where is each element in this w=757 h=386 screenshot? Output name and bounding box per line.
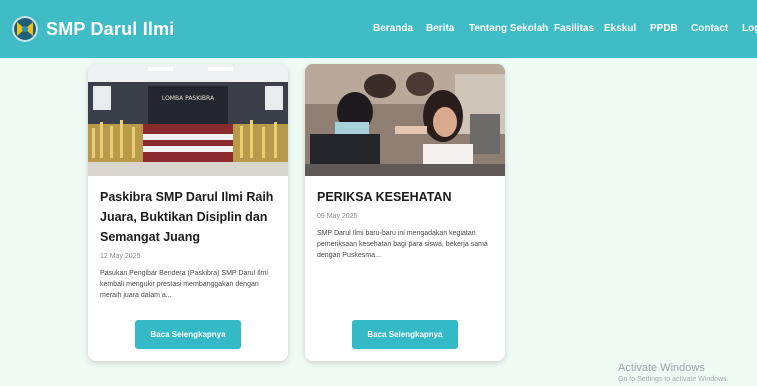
news-photo-paskibra[interactable]: LOMBA PASKIBRA <box>88 64 288 176</box>
windows-activation-watermark-subtitle: Go to Settings to activate Windows. <box>618 376 729 383</box>
news-card-periksa-kesehatan: PERIKSA KESEHATAN 09 May 2025 SMP Darul … <box>305 64 505 361</box>
photo-banner-text: LOMBA PASKIBRA <box>162 95 215 102</box>
brand-name: SMP Darul Ilmi <box>46 18 175 39</box>
windows-activation-watermark-title: Activate Windows <box>618 362 705 374</box>
top-navbar: SMP Darul Ilmi Beranda Berita Tentang Se… <box>0 0 757 58</box>
news-date: 09 May 2025 <box>317 213 358 220</box>
read-more-button[interactable]: Baca Selengkapnya <box>352 320 458 349</box>
news-title[interactable]: Paskibra SMP Darul Ilmi Raih Juara, Bukt… <box>100 187 276 247</box>
nav-link-beranda[interactable]: Beranda <box>373 23 413 34</box>
nav-link-fasilitas[interactable]: Fasilitas <box>554 23 594 34</box>
news-card-paskibra: LOMBA PASKIBRA Paskibra SMP Darul Ilmi R… <box>88 64 288 361</box>
brand[interactable]: SMP Darul Ilmi <box>12 16 175 42</box>
nav-link-tentang-sekolah[interactable]: Tentang Sekolah <box>469 23 548 34</box>
news-title[interactable]: PERIKSA KESEHATAN <box>317 187 493 207</box>
news-excerpt: Pasukan Pengibar Bendera (Paskibra) SMP … <box>100 270 268 299</box>
news-photo-periksa-kesehatan[interactable] <box>305 64 505 176</box>
nav-link-ppdb[interactable]: PPDB <box>650 23 678 34</box>
read-more-button[interactable]: Baca Selengkapnya <box>135 320 241 349</box>
news-date: 12 May 2025 <box>100 253 141 260</box>
nav-link-contact[interactable]: Contact <box>691 23 728 34</box>
nav-link-berita[interactable]: Berita <box>426 23 454 34</box>
news-excerpt: SMP Darul Ilmi baru-baru ini mengadakan … <box>317 230 488 259</box>
nav-link-login[interactable]: Log <box>742 23 757 34</box>
nav-link-ekskul[interactable]: Ekskul <box>604 23 636 34</box>
school-logo-icon <box>12 16 38 42</box>
